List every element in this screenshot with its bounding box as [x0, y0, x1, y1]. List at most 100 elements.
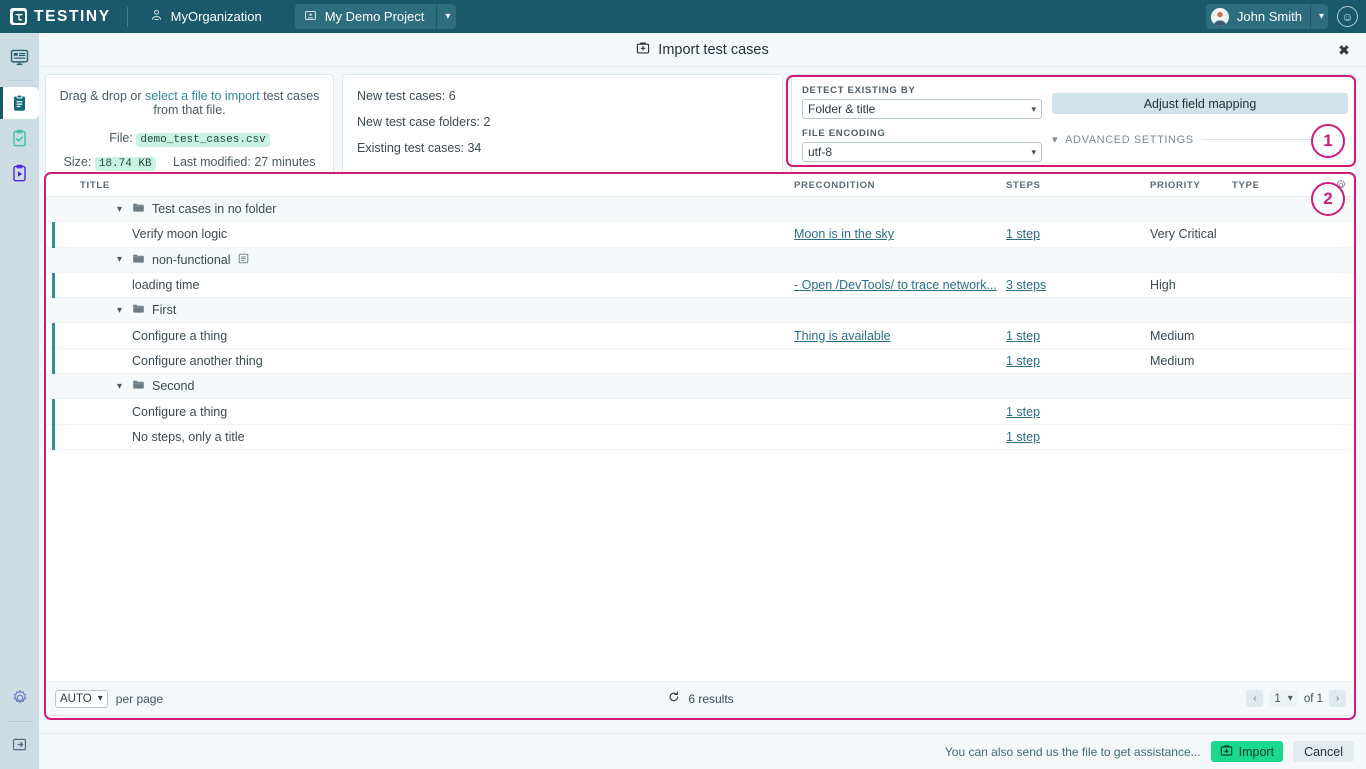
precondition-link[interactable]: Moon is in the sky: [794, 227, 894, 241]
organization-selector[interactable]: MyOrganization: [142, 5, 270, 29]
steps-cell[interactable]: 3 steps: [1006, 278, 1150, 292]
table-row[interactable]: Configure a thing 1 step: [46, 399, 1355, 424]
cancel-button[interactable]: Cancel: [1293, 741, 1354, 762]
table-row[interactable]: Verify moon logic Moon is in the sky 1 ste…: [46, 222, 1355, 247]
chevron-down-icon[interactable]: ▾: [114, 204, 125, 215]
chevron-down-icon[interactable]: ▾: [114, 254, 125, 265]
advanced-settings-label: ADVANCED SETTINGS: [1065, 134, 1194, 146]
steps-link[interactable]: 1 step: [1006, 405, 1040, 419]
table-row[interactable]: Configure another thing1 stepMedium: [46, 349, 1355, 374]
results-indicator: 6 results: [667, 691, 733, 706]
steps-link[interactable]: 1 step: [1006, 430, 1040, 444]
folder-icon: [132, 302, 145, 318]
file-encoding-label: FILE ENCODING: [802, 128, 1042, 139]
precondition-cell[interactable]: Moon is in the sky: [794, 227, 1006, 241]
chevron-down-icon[interactable]: ▾: [1319, 11, 1324, 22]
detect-existing-select[interactable]: Folder & title ▾: [802, 99, 1042, 119]
folder-name: Second: [152, 379, 194, 393]
table-row[interactable]: No steps, only a title 1 step: [46, 425, 1355, 450]
user-menu[interactable]: John Smith ▾: [1206, 4, 1328, 29]
file-label: File:: [109, 131, 133, 145]
organization-icon: [150, 9, 163, 25]
steps-link[interactable]: 1 step: [1006, 329, 1040, 343]
precondition-cell[interactable]: Thing is available: [794, 329, 1006, 343]
test-case-title: No steps, only a title: [80, 430, 245, 444]
page-number-select[interactable]: 1 ▾: [1269, 690, 1297, 707]
next-page-button[interactable]: ›: [1329, 690, 1346, 707]
sidebar-bottom-divider: [7, 721, 33, 722]
chevron-down-icon[interactable]: ▾: [445, 11, 450, 22]
import-icon: [1220, 744, 1233, 760]
test-case-title: Verify moon logic: [80, 227, 227, 241]
file-name-row: File: demo_test_cases.csv: [58, 131, 321, 146]
app-logo[interactable]: TESTINY: [10, 8, 111, 26]
test-case-title-cell: Configure a thing: [54, 405, 794, 419]
app-root: TESTINY MyOrganization My Demo Project ▾…: [0, 0, 1366, 769]
steps-cell[interactable]: 1 step: [1006, 329, 1150, 343]
precondition-link[interactable]: - Open /DevTools/ to trace network...: [794, 278, 997, 292]
pagination: ‹ 1 ▾ of 1 ›: [1246, 690, 1346, 707]
steps-link[interactable]: 1 step: [1006, 227, 1040, 241]
test-case-title: Configure another thing: [80, 354, 263, 368]
previous-page-button[interactable]: ‹: [1246, 690, 1263, 707]
sidebar-item-executions[interactable]: [0, 157, 39, 189]
top-navigation-bar: TESTINY MyOrganization My Demo Project ▾…: [0, 0, 1366, 33]
advanced-settings-toggle[interactable]: ▾ ADVANCED SETTINGS: [1052, 133, 1348, 146]
steps-cell[interactable]: 1 step: [1006, 430, 1150, 444]
help-smiley-icon[interactable]: ☺: [1337, 6, 1358, 27]
import-button-label: Import: [1239, 745, 1274, 759]
table-row-folder[interactable]: ▾ First: [46, 298, 1355, 323]
sidebar-item-dashboard[interactable]: [0, 41, 39, 73]
column-header-steps[interactable]: STEPS: [1006, 180, 1150, 191]
precondition-link[interactable]: Thing is available: [794, 329, 891, 343]
precondition-cell[interactable]: - Open /DevTools/ to trace network...: [794, 278, 1006, 292]
sidebar-item-test-runs[interactable]: [0, 122, 39, 154]
sidebar-item-test-cases[interactable]: [0, 87, 39, 119]
project-name: My Demo Project: [325, 9, 425, 24]
refresh-icon[interactable]: [667, 691, 679, 706]
topbar-right-group: John Smith ▾ ☺: [1206, 4, 1358, 29]
priority-cell: Very Critical: [1150, 227, 1232, 241]
steps-link[interactable]: 1 step: [1006, 354, 1040, 368]
test-cases-table: TITLE PRECONDITION STEPS PRIORITY TYPE ▾…: [45, 173, 1356, 716]
folder-note-icon[interactable]: [238, 253, 249, 267]
select-file-link[interactable]: select a file to import: [145, 89, 260, 103]
folder-name: First: [152, 303, 176, 317]
assistance-link[interactable]: You can also send us the file to get ass…: [945, 745, 1201, 759]
file-encoding-select[interactable]: utf-8 ▾: [802, 142, 1042, 162]
file-encoding-value: utf-8: [808, 145, 832, 159]
steps-cell[interactable]: 1 step: [1006, 227, 1150, 241]
table-row[interactable]: loading time- Open /DevTools/ to trace n…: [46, 273, 1355, 298]
steps-link[interactable]: 3 steps: [1006, 278, 1046, 292]
table-row-folder[interactable]: ▾Test cases in no folder: [46, 197, 1355, 222]
column-header-priority[interactable]: PRIORITY: [1150, 180, 1232, 191]
project-selector[interactable]: My Demo Project ▾: [295, 4, 457, 29]
import-button[interactable]: Import: [1211, 741, 1283, 762]
page-title: Import test cases: [636, 41, 768, 59]
folder-title-cell: ▾ Second: [54, 378, 794, 394]
chevron-down-icon: ▾: [1288, 693, 1293, 704]
steps-cell[interactable]: 1 step: [1006, 405, 1150, 419]
user-chip-divider: [1310, 4, 1311, 29]
column-header-title[interactable]: TITLE: [54, 180, 794, 191]
modal-header: Import test cases ✖: [39, 33, 1366, 67]
chevron-down-icon[interactable]: ▾: [114, 305, 125, 316]
sidebar-item-logout[interactable]: [0, 728, 39, 760]
folder-icon: [132, 252, 145, 268]
dropzone-instruction: Drag & drop or select a file to import t…: [58, 89, 321, 117]
table-row-folder[interactable]: ▾ Second: [46, 374, 1355, 399]
adjust-field-mapping-button[interactable]: Adjust field mapping: [1052, 93, 1348, 114]
table-row[interactable]: Configure a thingThing is available1 ste…: [46, 323, 1355, 348]
chevron-down-icon[interactable]: ▾: [114, 381, 125, 392]
column-header-precondition[interactable]: PRECONDITION: [794, 180, 1006, 191]
user-name: John Smith: [1237, 9, 1302, 24]
column-header-type[interactable]: TYPE: [1232, 180, 1312, 191]
testiny-logo-icon: [10, 8, 27, 25]
table-row-folder[interactable]: ▾ non-functional: [46, 248, 1355, 273]
sidebar-item-settings[interactable]: [0, 682, 39, 714]
per-page-select[interactable]: AUTO ▾: [55, 690, 108, 708]
last-modified-label: Last modified:: [173, 155, 251, 169]
folder-name: non-functional: [152, 253, 231, 267]
steps-cell[interactable]: 1 step: [1006, 354, 1150, 368]
close-icon[interactable]: ✖: [1334, 40, 1354, 60]
